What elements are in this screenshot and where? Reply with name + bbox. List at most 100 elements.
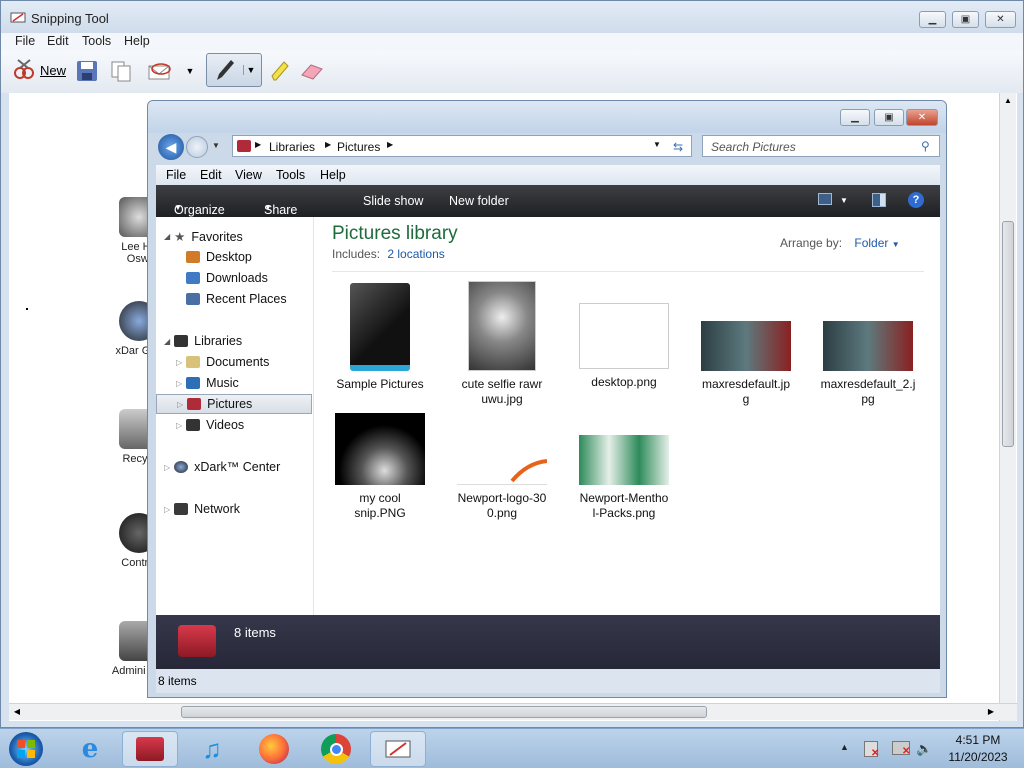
nav-desktop[interactable]: Desktop [186,250,252,264]
volume-icon[interactable]: 🔈 [916,741,934,757]
minimize-button[interactable]: ▁ [919,11,946,28]
file-name-line2: l-Packs.png [592,506,656,520]
explorer-menu-tools[interactable]: Tools [276,168,305,182]
nav-label: Libraries [194,334,243,348]
nav-recent-places[interactable]: Recent Places [186,292,287,306]
file-name-line2: uwu.jpg [481,392,523,406]
pen-dropdown-icon[interactable]: ▼ [242,65,255,75]
new-snip-button[interactable]: New [9,57,69,83]
file-my-cool-snip[interactable]: my cool snip.PNG [332,413,428,521]
search-icon[interactable]: ⚲ [921,139,930,153]
explorer-close-button[interactable]: ✕ [906,109,938,126]
file-maxresdefault-2[interactable]: maxresdefault_2.j pg [820,321,916,407]
menu-help[interactable]: Help [124,34,150,48]
address-box[interactable]: ▶ Libraries ▶ Pictures ▶ ▼ ⇆ [232,135,692,157]
preview-pane-icon[interactable] [872,193,886,207]
nav-xdark-center[interactable]: ▷ xDark™ Center [164,460,280,474]
includes-locations-link[interactable]: 2 locations [387,247,444,261]
explorer-menu-view[interactable]: View [235,168,262,182]
forward-button[interactable] [186,136,208,158]
arrange-by-row: Arrange by: Folder ▼ [780,236,900,250]
nav-label: Desktop [206,250,252,264]
nav-documents[interactable]: ▷ Documents [176,355,269,369]
horizontal-scrollbar[interactable]: ◀ ▶ [9,703,1017,720]
desktop-dot [26,308,28,310]
back-button[interactable]: ◀ [158,134,184,160]
recent-pages-dropdown-icon[interactable]: ▼ [212,141,220,150]
save-button[interactable] [75,59,99,83]
explorer-minimize-button[interactable]: ▁ [840,109,870,126]
scroll-right-icon[interactable]: ▶ [983,704,999,720]
show-hidden-icons[interactable]: ▲ [840,742,849,752]
vertical-scroll-thumb[interactable] [1002,221,1014,447]
file-maxresdefault[interactable]: maxresdefault.jp g [698,321,794,407]
send-dropdown-button[interactable]: ▼ [182,61,198,81]
dropdown-arrow-icon: ▼ [891,240,900,249]
internet-explorer-icon: e [81,734,99,764]
chrome-icon [321,734,351,764]
start-button[interactable] [4,731,48,767]
action-center-icon[interactable]: ✕ [864,741,879,759]
explorer-menu-help[interactable]: Help [320,168,346,182]
taskbar-itunes[interactable]: ♫ [184,731,240,767]
menu-edit[interactable]: Edit [47,34,69,48]
nav-network[interactable]: ▷ Network [164,502,240,516]
highlighter-icon [271,61,289,81]
explorer-menu-edit[interactable]: Edit [200,168,222,182]
pen-tool-button[interactable]: ▼ [206,53,262,87]
nav-videos[interactable]: ▷ Videos [176,418,244,432]
expand-icon: ▷ [164,504,171,514]
address-bar-row: ◀ ▼ ▶ Libraries ▶ Pictures ▶ ▼ ⇆ Search … [156,133,940,161]
scroll-up-icon[interactable]: ▲ [1000,93,1016,109]
explorer-menu-file[interactable]: File [166,168,186,182]
firefox-icon [259,734,289,764]
highlighter-button[interactable] [267,57,291,85]
new-folder-button[interactable]: New folder [449,194,509,208]
taskbar-firefox[interactable] [246,731,302,767]
taskbar-chrome[interactable] [308,731,364,767]
file-newport-menthol[interactable]: Newport-Mentho l-Packs.png [576,435,672,521]
send-snip-button[interactable] [145,59,175,83]
breadcrumb-pictures[interactable]: Pictures [337,140,380,154]
horizontal-scroll-thumb[interactable] [181,706,707,718]
file-newport-logo[interactable]: Newport-logo-30 0.png [454,457,550,521]
menu-file[interactable]: File [15,34,35,48]
clock-date: 11/20/2023 [948,750,1008,764]
image-thumbnail-icon [701,321,791,371]
snip-title-bar[interactable]: Snipping Tool ▁ ▣ ✕ [1,1,1023,33]
breadcrumb-libraries[interactable]: Libraries [269,140,315,154]
scroll-left-icon[interactable]: ◀ [9,704,25,720]
image-thumbnail-icon [457,457,548,485]
nav-downloads[interactable]: Downloads [186,271,268,285]
taskbar-internet-explorer[interactable]: e [62,731,118,767]
explorer-title-bar[interactable]: ▁ ▣ ✕ [148,101,946,133]
close-button[interactable]: ✕ [985,11,1016,28]
taskbar-snipping-tool[interactable] [370,731,426,767]
arrange-by-dropdown[interactable]: Folder ▼ [854,236,899,250]
nav-favorites[interactable]: ◢ ★ Favorites [164,229,243,245]
maximize-button[interactable]: ▣ [952,11,979,28]
taskbar-file-explorer[interactable] [122,731,178,767]
view-dropdown-icon[interactable]: ▼ [840,196,848,205]
network-tray-icon[interactable]: ✕ [892,741,910,757]
address-dropdown-icon[interactable]: ▼ [653,140,661,149]
file-desktop-png[interactable]: desktop.png [576,303,672,390]
menu-tools[interactable]: Tools [82,34,111,48]
explorer-maximize-button[interactable]: ▣ [874,109,904,126]
search-box[interactable]: Search Pictures ⚲ [702,135,940,157]
copy-button[interactable] [109,59,133,83]
change-view-icon[interactable] [818,193,832,205]
nav-music[interactable]: ▷ Music [176,376,239,390]
nav-pictures-selected[interactable]: ▷ Pictures [156,394,312,414]
nav-libraries[interactable]: ◢ Libraries [164,334,242,348]
file-sample-pictures[interactable]: Sample Pictures [332,283,428,392]
vertical-scrollbar[interactable]: ▲ ▼ [999,93,1016,721]
help-icon[interactable]: ? [908,192,924,208]
file-cute-selfie[interactable]: cute selfie rawr uwu.jpg [454,281,550,407]
snip-menu-bar: File Edit Tools Help [1,33,1023,51]
tray-clock[interactable]: 4:51 PM 11/20/2023 [946,733,1010,764]
search-input[interactable]: Search Pictures [711,140,796,154]
slide-show-button[interactable]: Slide show [363,194,423,208]
refresh-icon[interactable]: ⇆ [673,140,683,154]
eraser-button[interactable] [299,59,325,83]
